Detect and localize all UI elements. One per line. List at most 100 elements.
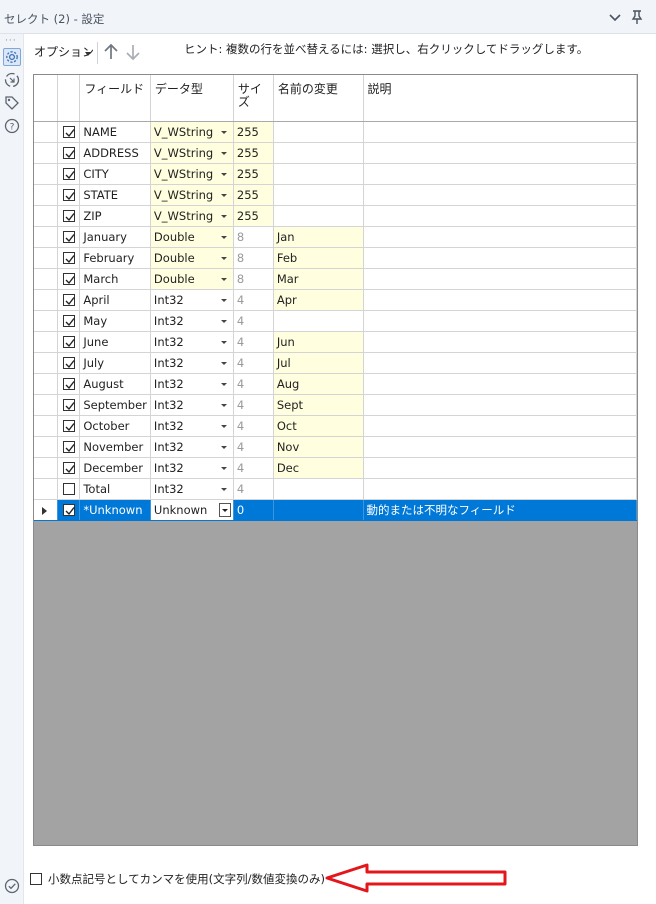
table-row[interactable]: January Double 8 Jan xyxy=(34,226,637,248)
data-type-select[interactable]: V_WString xyxy=(150,205,234,227)
data-type-select[interactable]: Int32 xyxy=(150,457,234,479)
field-name-cell[interactable]: ZIP xyxy=(79,205,151,227)
row-checkbox[interactable] xyxy=(63,293,76,306)
field-name-cell[interactable]: NAME xyxy=(79,121,151,143)
size-cell[interactable]: 255 xyxy=(233,205,274,227)
table-row[interactable]: Total Int32 4 xyxy=(34,478,637,500)
field-name-cell[interactable]: March xyxy=(79,268,151,290)
rename-cell[interactable] xyxy=(273,121,364,143)
column-header-rename[interactable]: 名前の変更 xyxy=(273,75,364,122)
field-name-cell[interactable]: CITY xyxy=(79,163,151,185)
row-header[interactable] xyxy=(34,415,59,437)
row-checkbox-cell[interactable] xyxy=(57,184,81,206)
rename-cell[interactable]: Feb xyxy=(273,247,364,269)
row-checkbox-cell[interactable] xyxy=(57,121,81,143)
description-cell[interactable] xyxy=(363,373,637,395)
row-header[interactable] xyxy=(34,268,59,290)
arrow-up-icon[interactable] xyxy=(102,42,120,62)
column-header-field[interactable]: フィールド xyxy=(79,75,151,122)
field-name-cell[interactable]: December xyxy=(79,457,151,479)
row-header[interactable] xyxy=(34,310,59,332)
rename-cell[interactable]: Aug xyxy=(273,373,364,395)
size-cell[interactable]: 8 xyxy=(233,226,274,248)
row-header[interactable] xyxy=(34,247,59,269)
size-cell[interactable]: 4 xyxy=(233,457,274,479)
options-dropdown[interactable]: オプション xyxy=(30,41,96,63)
row-header[interactable] xyxy=(34,205,59,227)
field-name-cell[interactable]: June xyxy=(79,331,151,353)
column-header-type[interactable]: データ型 xyxy=(150,75,234,122)
gear-icon[interactable] xyxy=(3,48,21,66)
field-name-cell[interactable]: August xyxy=(79,373,151,395)
pin-icon[interactable] xyxy=(628,8,646,26)
data-type-select[interactable]: Int32 xyxy=(150,289,234,311)
row-header[interactable] xyxy=(34,457,59,479)
description-cell[interactable] xyxy=(363,142,637,164)
size-cell[interactable]: 0 xyxy=(233,499,274,521)
field-name-cell[interactable]: October xyxy=(79,415,151,437)
row-checkbox-cell[interactable] xyxy=(57,142,81,164)
row-checkbox[interactable] xyxy=(63,188,76,201)
column-header-size[interactable]: サイズ xyxy=(233,75,274,122)
row-checkbox-cell[interactable] xyxy=(57,310,81,332)
table-row[interactable]: ZIP V_WString 255 xyxy=(34,205,637,227)
row-checkbox-cell[interactable] xyxy=(57,394,81,416)
data-type-select[interactable]: Unknown xyxy=(150,499,234,521)
data-type-select[interactable]: Int32 xyxy=(150,373,234,395)
row-checkbox[interactable] xyxy=(63,419,76,432)
field-name-cell[interactable]: ADDRESS xyxy=(79,142,151,164)
table-row[interactable]: ADDRESS V_WString 255 xyxy=(34,142,637,164)
table-row[interactable]: March Double 8 Mar xyxy=(34,268,637,290)
row-checkbox[interactable] xyxy=(63,440,76,453)
row-checkbox-cell[interactable] xyxy=(57,289,81,311)
data-type-select[interactable]: Int32 xyxy=(150,352,234,374)
data-type-select[interactable]: Int32 xyxy=(150,331,234,353)
description-cell[interactable] xyxy=(363,436,637,458)
table-row[interactable]: NAME V_WString 255 xyxy=(34,121,637,143)
size-cell[interactable]: 4 xyxy=(233,373,274,395)
row-header[interactable] xyxy=(34,121,59,143)
rename-cell[interactable] xyxy=(273,184,364,206)
description-cell[interactable] xyxy=(363,457,637,479)
table-row[interactable]: CITY V_WString 255 xyxy=(34,163,637,185)
field-name-cell[interactable]: STATE xyxy=(79,184,151,206)
row-checkbox-cell[interactable] xyxy=(57,415,81,437)
size-cell[interactable]: 255 xyxy=(233,142,274,164)
row-checkbox[interactable] xyxy=(63,230,76,243)
row-checkbox-cell[interactable] xyxy=(57,205,81,227)
description-cell[interactable] xyxy=(363,184,637,206)
table-row[interactable]: November Int32 4 Nov xyxy=(34,436,637,458)
row-checkbox-cell[interactable] xyxy=(57,352,81,374)
data-type-select[interactable]: Double xyxy=(150,247,234,269)
size-cell[interactable]: 4 xyxy=(233,289,274,311)
description-cell[interactable] xyxy=(363,415,637,437)
description-cell[interactable] xyxy=(363,247,637,269)
comma-decimal-option[interactable]: 小数点記号としてカンマを使用(文字列/数値変換のみ) xyxy=(30,870,350,888)
table-row[interactable]: December Int32 4 Dec xyxy=(34,457,637,479)
description-cell[interactable] xyxy=(363,394,637,416)
data-type-select[interactable]: V_WString xyxy=(150,121,234,143)
row-header[interactable] xyxy=(34,352,59,374)
description-cell[interactable] xyxy=(363,226,637,248)
table-row[interactable]: August Int32 4 Aug xyxy=(34,373,637,395)
description-cell[interactable] xyxy=(363,331,637,353)
rename-cell[interactable]: Apr xyxy=(273,289,364,311)
table-row[interactable]: October Int32 4 Oct xyxy=(34,415,637,437)
table-row[interactable]: July Int32 4 Jul xyxy=(34,352,637,374)
data-type-select[interactable]: Double xyxy=(150,268,234,290)
rename-cell[interactable] xyxy=(273,205,364,227)
data-type-select[interactable]: Int32 xyxy=(150,394,234,416)
field-name-cell[interactable]: September xyxy=(79,394,151,416)
row-header[interactable] xyxy=(34,436,59,458)
row-header[interactable] xyxy=(34,373,59,395)
help-icon[interactable]: ? xyxy=(3,117,21,135)
data-type-select[interactable]: V_WString xyxy=(150,142,234,164)
field-name-cell[interactable]: May xyxy=(79,310,151,332)
row-checkbox[interactable] xyxy=(63,503,76,516)
rename-cell[interactable] xyxy=(273,310,364,332)
row-header[interactable] xyxy=(34,184,59,206)
row-checkbox[interactable] xyxy=(63,377,76,390)
row-checkbox[interactable] xyxy=(63,482,76,495)
row-checkbox-cell[interactable] xyxy=(57,163,81,185)
size-cell[interactable]: 4 xyxy=(233,331,274,353)
